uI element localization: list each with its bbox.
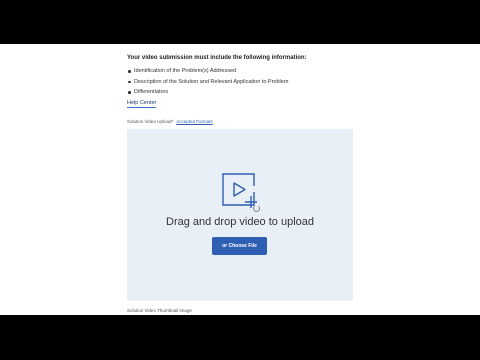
accepted-formats-link[interactable]: Accepted Formats: [176, 119, 213, 124]
requirements-list: Identification of the Problem(s) Address…: [127, 66, 288, 98]
requirement-item: Differentiators: [127, 87, 288, 98]
requirement-item: Identification of the Problem(s) Address…: [127, 66, 288, 77]
video-upload-icon: [222, 173, 257, 208]
drop-instructions: Drag and drop video to upload: [166, 216, 314, 228]
choose-file-button[interactable]: or Choose File: [212, 237, 267, 255]
requirement-item: Description of the Solution and Relevant…: [127, 77, 288, 88]
video-upload-label: Solution Video Upload* Accepted Formats: [127, 119, 213, 124]
video-upload-label-text: Solution Video Upload*: [127, 119, 174, 124]
instructions-intro: Your video submission must include the f…: [127, 55, 307, 61]
video-dropzone[interactable]: Drag and drop video to upload or Choose …: [127, 129, 353, 301]
thumbnail-label: Solution Video Thumbnail Image: [127, 308, 192, 313]
submission-page: Your video submission must include the f…: [0, 44, 480, 315]
help-center-link[interactable]: Help Center: [127, 100, 157, 108]
